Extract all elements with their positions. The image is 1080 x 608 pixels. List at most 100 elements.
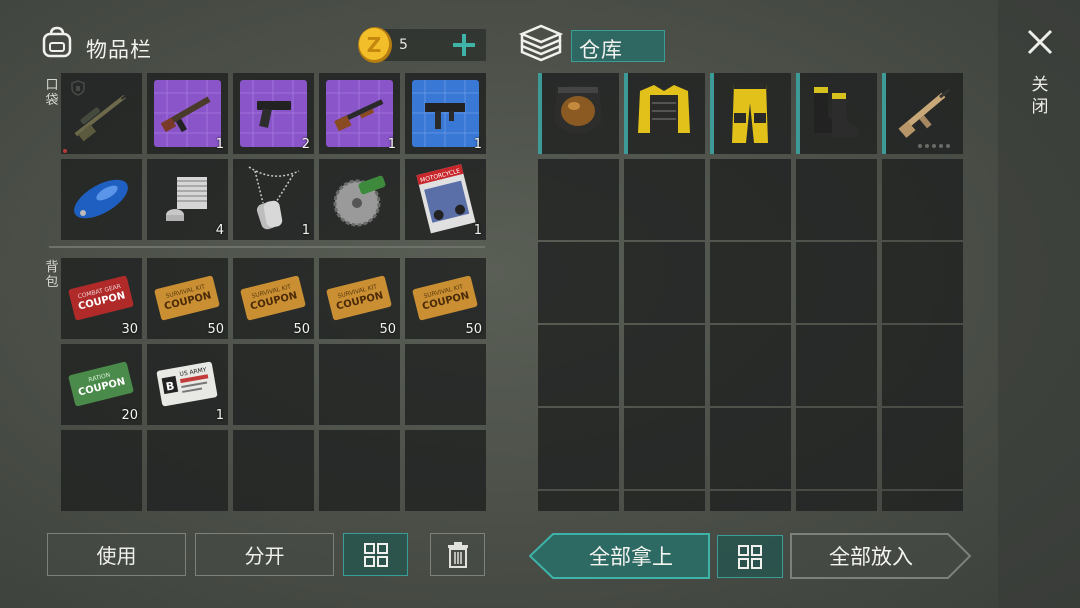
bag-slot[interactable]: SURVIVAL KIT COUPON 50	[147, 258, 228, 339]
storage-slot-empty[interactable]	[710, 242, 791, 323]
storage-slot-empty[interactable]	[796, 159, 877, 240]
pocket-slot[interactable]	[319, 159, 400, 240]
storage-slot-empty[interactable]	[538, 325, 619, 406]
bag-slot[interactable]: COMBAT GEAR COUPON 30	[61, 258, 142, 339]
equip-slot[interactable]	[624, 73, 705, 154]
storage-slot-empty[interactable]	[710, 325, 791, 406]
storage-slot-empty[interactable]	[882, 408, 963, 489]
storage-slot-empty[interactable]	[796, 325, 877, 406]
storage-slot-empty[interactable]	[796, 242, 877, 323]
currency-amount: 5	[399, 37, 408, 53]
grid-sort-icon	[363, 542, 388, 567]
split-button[interactable]: 分开	[195, 533, 334, 576]
saw-blade-icon	[333, 175, 386, 227]
pocket-slot[interactable]: 1	[147, 73, 228, 154]
item-count: 1	[215, 408, 224, 423]
bag-slot-empty[interactable]	[405, 430, 486, 511]
storage-slot-empty[interactable]	[538, 408, 619, 489]
storage-slot-empty[interactable]	[538, 491, 619, 511]
item-count: 2	[301, 137, 310, 152]
bag-slot[interactable]: SURVIVAL KIT COUPON 50	[233, 258, 314, 339]
bag-slot[interactable]: B US ARMY 1	[147, 344, 228, 425]
put-all-label: 全部放入	[829, 545, 913, 569]
storage-slot-empty[interactable]	[796, 491, 877, 511]
bag-slot-empty[interactable]	[233, 430, 314, 511]
fuel-tank-icon	[74, 179, 128, 219]
storage-slot-empty[interactable]	[624, 408, 705, 489]
item-count: 4	[215, 223, 224, 238]
shield-badge	[63, 149, 67, 153]
storage-title: 仓库	[579, 38, 623, 62]
put-all-button[interactable]: 全部放入	[792, 535, 950, 577]
item-count: 50	[293, 322, 310, 337]
item-count: 50	[465, 322, 482, 337]
pocket-slot[interactable]: 4	[147, 159, 228, 240]
backpack-icon	[42, 26, 72, 58]
bag-slot[interactable]: SURVIVAL KIT COUPON 50	[319, 258, 400, 339]
storage-slot-empty[interactable]	[882, 159, 963, 240]
storage-slot-empty[interactable]	[710, 408, 791, 489]
pocket-slot[interactable]: MOTORCYCLE 1	[405, 159, 486, 240]
trash-icon	[447, 541, 468, 568]
equip-slot[interactable]	[882, 73, 963, 154]
item-count: 20	[121, 408, 138, 423]
close-button[interactable]: 关闭	[1016, 22, 1064, 132]
storage-slot-empty[interactable]	[882, 491, 963, 511]
yellow-armor-vest-icon	[638, 85, 690, 133]
use-button[interactable]: 使用	[47, 533, 186, 576]
pocket-slot[interactable]	[61, 159, 142, 240]
item-count: 1	[473, 137, 482, 152]
storage-slot-empty[interactable]	[796, 408, 877, 489]
delete-button[interactable]	[430, 533, 485, 576]
gas-mask-helmet-icon	[554, 85, 602, 134]
svg-text:Z: Z	[367, 33, 382, 57]
sort-storage-button[interactable]	[717, 535, 783, 578]
bag-slot[interactable]: SURVIVAL KIT COUPON 50	[405, 258, 486, 339]
equip-slot[interactable]	[710, 73, 791, 154]
close-icon	[1027, 29, 1053, 55]
take-all-label: 全部拿上	[589, 545, 673, 569]
inventory-panel: 物品栏 Z 5 口袋 背包 1 2 1 1 4 1 MOTORCYCLE 1 C…	[0, 0, 500, 608]
item-count: 50	[207, 322, 224, 337]
storage-slot-empty[interactable]	[710, 159, 791, 240]
bag-slot-empty[interactable]	[319, 430, 400, 511]
stack-icon	[518, 24, 564, 62]
storage-slot-empty[interactable]	[882, 242, 963, 323]
pocket-slot[interactable]: 1	[233, 159, 314, 240]
take-all-button[interactable]: 全部拿上	[553, 535, 709, 577]
pocket-slot[interactable]	[61, 73, 142, 154]
bag-slot-empty[interactable]	[147, 430, 228, 511]
storage-slot-empty[interactable]	[624, 242, 705, 323]
section-divider	[49, 246, 485, 248]
storage-slot-empty[interactable]	[624, 325, 705, 406]
storage-slot-empty[interactable]	[538, 242, 619, 323]
pocket-slot[interactable]: 1	[405, 73, 486, 154]
storage-slot-empty[interactable]	[624, 159, 705, 240]
equip-slot[interactable]	[796, 73, 877, 154]
sort-inventory-button[interactable]	[343, 533, 408, 576]
storage-slot-empty[interactable]	[624, 491, 705, 511]
item-count: 1	[473, 223, 482, 238]
assault-rifle-icon	[898, 88, 951, 148]
bag-slot-empty[interactable]	[233, 344, 314, 425]
bag-slot-empty[interactable]	[61, 430, 142, 511]
equip-slot[interactable]	[538, 73, 619, 154]
pocket-slot[interactable]: 2	[233, 73, 314, 154]
bag-label: 背包	[45, 260, 59, 290]
bag-slot-empty[interactable]	[405, 344, 486, 425]
bag-slot[interactable]: RATION COUPON 20	[61, 344, 142, 425]
item-count: 1	[215, 137, 224, 152]
storage-slot-empty[interactable]	[882, 325, 963, 406]
item-count: 1	[301, 223, 310, 238]
yellow-armor-pants-icon	[732, 83, 768, 143]
bag-slot-empty[interactable]	[319, 344, 400, 425]
item-count: 1	[387, 137, 396, 152]
item-count: 30	[121, 322, 138, 337]
close-label: 关闭	[1031, 75, 1049, 117]
storage-slot-empty[interactable]	[538, 159, 619, 240]
storage-slot-empty[interactable]	[710, 491, 791, 511]
grid-sort-icon	[738, 544, 762, 569]
coin-icon: Z	[358, 27, 392, 63]
plus-icon[interactable]	[452, 33, 476, 57]
pocket-slot[interactable]: 1	[319, 73, 400, 154]
